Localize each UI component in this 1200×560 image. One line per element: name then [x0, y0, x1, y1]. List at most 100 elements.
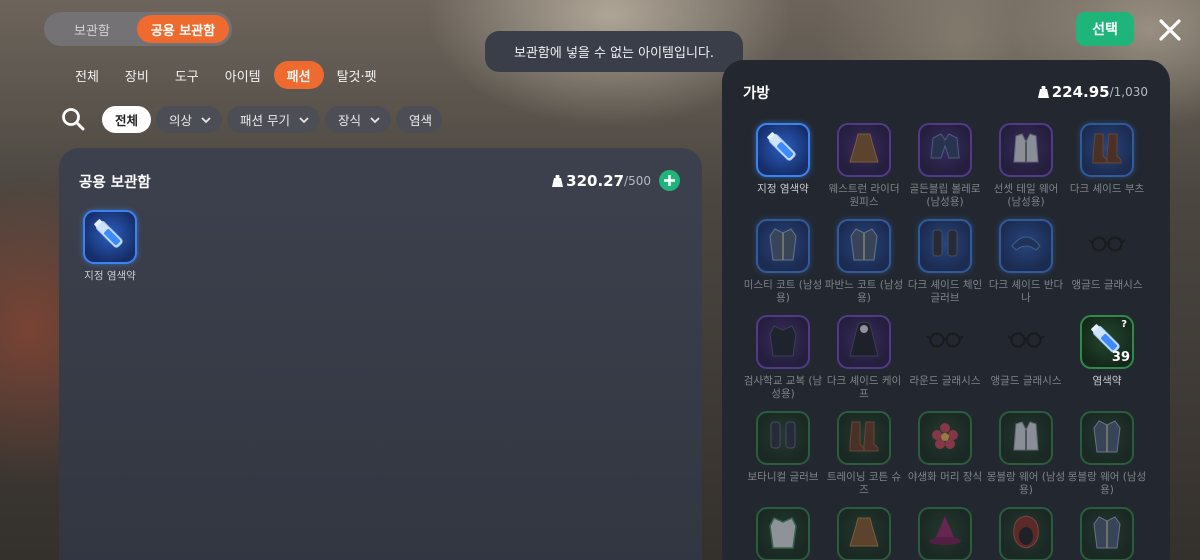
inventory-item[interactable]: 트레이닝 코튼 슈즈: [824, 411, 904, 497]
inventory-item[interactable]: [905, 507, 985, 560]
item-slot: [837, 315, 891, 369]
search-icon[interactable]: [60, 106, 86, 132]
item-slot: [756, 315, 810, 369]
item-label: 파반느 코트 (남성용): [824, 279, 904, 304]
bandana-icon: [1006, 224, 1046, 268]
tab-all[interactable]: 전체: [62, 61, 112, 89]
tab-items[interactable]: 아이템: [212, 61, 274, 89]
select-button[interactable]: 선택: [1076, 12, 1134, 46]
boots-icon: [844, 416, 884, 460]
expand-storage-icon[interactable]: [659, 170, 680, 191]
boots-icon: [1087, 128, 1127, 172]
coat-icon: [844, 224, 884, 268]
item-label: 다크 셰이드 케이프: [826, 375, 902, 400]
item-quantity: 39: [1111, 350, 1130, 365]
inventory-item[interactable]: ? 39 염색약: [1067, 315, 1147, 388]
inventory-item[interactable]: 지정 염색약: [743, 123, 823, 196]
item-slot: [918, 315, 972, 369]
hood-icon: [1006, 512, 1046, 556]
item-slot: [999, 411, 1053, 465]
item-slot: [999, 315, 1053, 369]
storage-weight: 320.27: [566, 171, 625, 190]
item-label: 다크 셰이드 체인 글러브: [907, 279, 983, 304]
item-slot: [837, 507, 891, 560]
bag-capacity: 224.95 /1,030: [1037, 83, 1148, 101]
storage-switch: 보관함 공용 보관함: [44, 12, 232, 46]
gloves-icon: [763, 416, 803, 460]
inventory-item[interactable]: 골든블립 볼레로 (남성용): [905, 123, 985, 209]
inventory-item[interactable]: 앵글드 글래시스: [986, 315, 1066, 388]
glasses-icon: [925, 320, 965, 364]
item-slot: [999, 507, 1053, 560]
item-label: 골든블립 볼레로 (남성용): [909, 183, 981, 208]
inventory-item[interactable]: 다크 셰이드 체인 글러브: [905, 219, 985, 305]
shared-storage-title: 공용 보관함: [79, 175, 151, 191]
inventory-item[interactable]: [1067, 507, 1147, 560]
bag-title: 가방: [743, 86, 770, 102]
item-slot: [918, 411, 972, 465]
chevron-down-icon: [201, 116, 211, 123]
tab-mounts-pets[interactable]: 탈것·펫: [324, 61, 390, 89]
storage-capacity: 320.27 /500: [552, 170, 680, 191]
glasses-icon: [1006, 320, 1046, 364]
filter-dye[interactable]: 염색: [396, 106, 443, 133]
inventory-item[interactable]: 앵글드 글래시스: [1067, 219, 1147, 292]
inventory-item[interactable]: 보타니컬 글러브: [743, 411, 823, 484]
inventory-item[interactable]: 지정 염색약: [70, 210, 150, 283]
cape-icon: [844, 320, 884, 364]
item-slot: [1080, 411, 1134, 465]
inventory-item[interactable]: 야생화 머리 장식: [905, 411, 985, 484]
gloves-icon: [925, 224, 965, 268]
coat-icon: [1087, 416, 1127, 460]
item-label: 염색약: [1092, 375, 1122, 387]
toast-message: 보관함에 넣을 수 없는 아이템입니다.: [485, 31, 743, 72]
dress-icon: [844, 128, 884, 172]
filter-row: 전체 의상 패션 무기 장식 염색: [102, 106, 447, 133]
bag-panel: 가방 224.95 /1,030 지정 염색약 웨스트런 라이더 원피스 골든블립 …: [722, 60, 1170, 560]
tab-fashion[interactable]: 패션: [273, 61, 324, 89]
filter-all[interactable]: 전체: [102, 106, 152, 133]
filter-clothing-label: 의상: [169, 113, 193, 128]
inventory-item[interactable]: [743, 507, 823, 560]
inventory-item[interactable]: 다크 셰이드 부츠: [1067, 123, 1147, 196]
inventory-item[interactable]: 선셋 테일 웨어 (남성용): [986, 123, 1066, 209]
inventory-item[interactable]: 파반느 코트 (남성용): [824, 219, 904, 305]
close-icon[interactable]: [1158, 18, 1182, 42]
filter-fashion-weapon[interactable]: 패션 무기: [227, 106, 321, 133]
item-slot: [83, 210, 137, 264]
inventory-item[interactable]: 몽블랑 웨어 (남성용): [986, 411, 1066, 497]
filter-clothing[interactable]: 의상: [156, 106, 223, 133]
item-label: 선셋 테일 웨어 (남성용): [993, 183, 1059, 208]
tab-equipment[interactable]: 장비: [112, 61, 162, 89]
inventory-item[interactable]: [824, 507, 904, 560]
shared-storage-tab[interactable]: 공용 보관함: [137, 15, 229, 43]
item-label: 트레이닝 코튼 슈즈: [826, 471, 902, 496]
item-slot: [756, 411, 810, 465]
suit-icon: [1006, 128, 1046, 172]
tab-tools[interactable]: 도구: [162, 61, 212, 89]
dress-icon: [844, 512, 884, 556]
item-label: 미스티 코트 (남성용): [743, 279, 823, 304]
item-slot: [918, 507, 972, 560]
flower-icon: [925, 416, 965, 460]
item-slot: [918, 219, 972, 273]
inventory-item[interactable]: 검사학교 교복 (남성용): [743, 315, 823, 401]
inventory-item[interactable]: 몽블랑 웨어 (남성용): [1067, 411, 1147, 497]
inventory-item[interactable]: [986, 507, 1066, 560]
inventory-item[interactable]: 라운드 글래시스: [905, 315, 985, 388]
inventory-item[interactable]: 미스티 코트 (남성용): [743, 219, 823, 305]
coat-icon: [1087, 512, 1127, 556]
inventory-item[interactable]: 웨스트런 라이더 원피스: [824, 123, 904, 209]
storage-tab[interactable]: 보관함: [47, 15, 137, 43]
inventory-item[interactable]: 다크 셰이드 반다나: [986, 219, 1066, 305]
item-label: 라운드 글래시스: [909, 375, 981, 387]
filter-accessory[interactable]: 장식: [325, 106, 392, 133]
weight-icon: [552, 174, 564, 187]
category-tabs: 전체 장비 도구 아이템 패션 탈것·펫: [62, 61, 390, 89]
item-slot: [1080, 507, 1134, 560]
item-label: 야생화 머리 장식: [907, 471, 983, 483]
item-slot: [999, 123, 1053, 177]
inventory-item[interactable]: 다크 셰이드 케이프: [824, 315, 904, 401]
uniform-icon: [763, 320, 803, 364]
item-label: 검사학교 교복 (남성용): [743, 375, 823, 400]
